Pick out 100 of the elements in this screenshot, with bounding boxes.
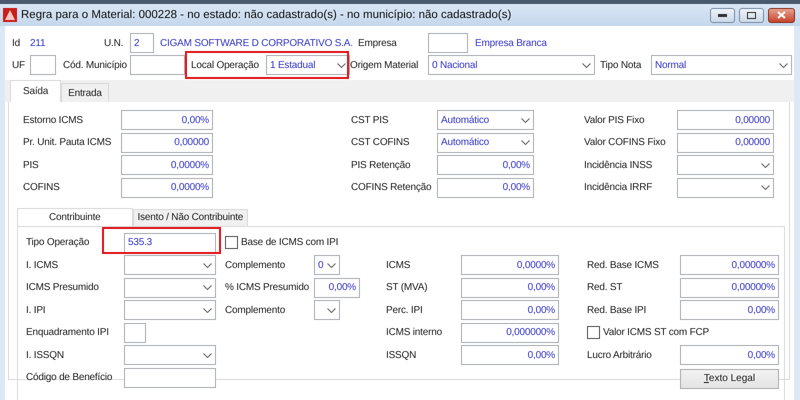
field-label: Red. Base ICMS [587, 260, 660, 270]
field-label: CST COFINS [351, 137, 410, 148]
number-field[interactable]: 0,000000% [461, 322, 559, 342]
dropdown[interactable] [124, 255, 216, 275]
number-field[interactable]: 0,00% [461, 278, 559, 298]
field-label: Complemento [225, 260, 286, 270]
field-label: Red. Base IPI [587, 304, 648, 316]
field-label: Enquadramento IPI [26, 327, 110, 338]
field-label: Cód. Município [63, 60, 127, 70]
dropdown[interactable] [124, 278, 216, 298]
dropdown[interactable] [677, 155, 774, 175]
tab[interactable]: Entrada [61, 83, 109, 102]
field-label: UF [12, 60, 25, 70]
close-button[interactable] [768, 8, 795, 22]
field-label: I. IPI [26, 304, 46, 316]
field-label: Pr. Unit. Pauta ICMS [23, 137, 112, 148]
value-text: Empresa Branca [475, 38, 547, 48]
chevron-down-icon [203, 308, 212, 312]
maximize-icon [747, 12, 756, 18]
number-field[interactable]: 0,00000 [121, 132, 213, 152]
field-label: Valor PIS Fixo [584, 114, 646, 126]
number-field[interactable]: 0,00% [680, 300, 779, 320]
field-label: Incidência IRRF [584, 182, 654, 193]
number-field[interactable]: 0,0000% [121, 155, 213, 175]
input-field[interactable] [130, 55, 185, 75]
chevron-down-icon [761, 162, 770, 168]
value-text: CIGAM SOFTWARE D CORPORATIVO S.A. [160, 38, 353, 48]
chevron-down-icon [521, 140, 530, 145]
field-label: COFINS [23, 182, 61, 193]
value-text: 211 [30, 38, 46, 48]
input-field[interactable] [428, 33, 468, 53]
field-label: Id [12, 38, 20, 48]
chevron-down-icon [582, 62, 591, 68]
chevron-down-icon [203, 285, 212, 290]
number-field[interactable]: 0,00000 [677, 110, 774, 130]
dropdown[interactable]: 0 Nacional [428, 55, 595, 75]
tab[interactable]: Saída [10, 80, 62, 102]
chevron-down-icon [327, 262, 336, 268]
app-icon [3, 8, 17, 22]
input-field[interactable]: 535.3 [124, 232, 216, 252]
number-field[interactable]: 0,00% [437, 155, 534, 175]
minimize-icon [718, 14, 727, 16]
input-field[interactable] [124, 322, 146, 342]
field-label: ST (MVA) [386, 282, 428, 293]
close-icon [777, 11, 786, 19]
chevron-down-icon [761, 185, 770, 190]
dropdown[interactable] [124, 345, 216, 365]
minimize-button[interactable] [710, 8, 735, 22]
field-label: PIS [23, 160, 40, 170]
field-label: Empresa [358, 38, 397, 48]
number-field[interactable]: 0,00% [121, 110, 213, 130]
legal-text-button[interactable]: Texto Legal [680, 368, 779, 388]
field-label: Incidência INSS [584, 160, 654, 170]
number-field[interactable]: 0,00% [461, 345, 559, 365]
number-field[interactable]: 0,00000% [680, 278, 779, 298]
field-label: Origem Material [350, 60, 418, 70]
dropdown[interactable] [314, 300, 340, 320]
tab[interactable]: Contribuinte [17, 208, 133, 226]
number-field[interactable]: 0,00% [461, 300, 559, 320]
number-field[interactable]: 0,00000% [680, 255, 779, 275]
field-label: % ICMS Presumido [225, 282, 310, 293]
dropdown[interactable]: Normal [651, 55, 792, 75]
field-label: Código de Benefício [26, 372, 114, 383]
field-label: Estorno ICMS [23, 114, 84, 126]
dropdown[interactable]: Automático [437, 132, 534, 152]
field-label: Lucro Arbitrário [587, 350, 653, 360]
field-label: ICMS [386, 260, 412, 270]
maximize-button[interactable] [739, 8, 764, 22]
dropdown[interactable] [124, 300, 216, 320]
field-label: ICMS Presumido [26, 282, 100, 293]
field-label: ICMS interno [386, 327, 443, 338]
field-label: I. ISSQN [26, 350, 65, 360]
number-field[interactable]: 0,0000% [461, 255, 559, 275]
field-label: Perc. IPI [386, 304, 424, 316]
chevron-down-icon [327, 308, 336, 312]
field-label: U.N. [104, 38, 124, 48]
number-field[interactable]: 0,00% [680, 345, 779, 365]
dropdown[interactable] [677, 178, 774, 198]
dropdown[interactable]: Automático [437, 110, 534, 130]
number-field[interactable]: 0,00000 [677, 132, 774, 152]
field-label: ISSQN [386, 350, 418, 360]
dropdown[interactable]: 1 Estadual [266, 55, 350, 75]
input-field[interactable] [30, 55, 56, 75]
field-label: COFINS Retenção [351, 182, 432, 193]
input-field[interactable]: 2 [130, 33, 154, 53]
number-field[interactable]: 0,00% [437, 178, 534, 198]
field-label: Valor COFINS Fixo [584, 137, 666, 148]
number-field[interactable]: 0,00% [314, 278, 360, 298]
chevron-down-icon [203, 262, 212, 268]
chevron-down-icon [779, 62, 788, 68]
field-label: PIS Retenção [351, 160, 412, 170]
tab[interactable]: Isento / Não Contribuinte [132, 208, 248, 226]
checkbox-label: Valor ICMS ST com FCP [603, 327, 710, 338]
field-label: I. ICMS [26, 260, 59, 270]
checkbox-label: Base de ICMS com IPI [241, 237, 338, 248]
checkbox[interactable] [225, 236, 238, 249]
dropdown[interactable]: 0 [314, 255, 340, 275]
checkbox[interactable] [587, 326, 600, 339]
input-field[interactable] [124, 368, 216, 388]
number-field[interactable]: 0,0000% [121, 178, 213, 198]
